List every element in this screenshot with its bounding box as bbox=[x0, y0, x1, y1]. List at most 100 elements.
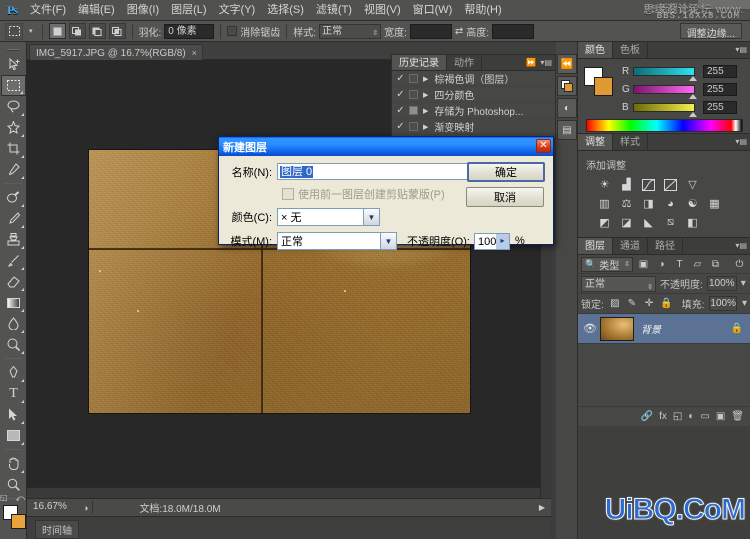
layer-filter-type-select[interactable]: 🔍 类型 ⇳ bbox=[581, 257, 633, 272]
panel-menu-icon[interactable]: ▾▤ bbox=[735, 241, 747, 250]
channel-mixer-icon[interactable]: ☯ bbox=[684, 196, 701, 211]
cancel-button[interactable]: 取消 bbox=[466, 187, 544, 207]
intersect-selection-button[interactable] bbox=[109, 23, 126, 39]
ok-button[interactable]: 确定 bbox=[467, 162, 545, 182]
blend-mode-select[interactable]: 正常 ⇳ bbox=[581, 276, 656, 292]
fill-value[interactable]: 100% bbox=[709, 296, 737, 311]
spot-healing-brush-tool[interactable] bbox=[1, 187, 26, 208]
tab-timeline[interactable]: 时间轴 bbox=[35, 520, 79, 539]
tab-channels[interactable]: 通道 bbox=[613, 238, 648, 254]
history-row[interactable]: ✓ ▶ 四分颜色 bbox=[392, 87, 555, 103]
default-colors-icon[interactable]: ◱ bbox=[0, 493, 8, 502]
layers-list-empty-area[interactable] bbox=[578, 344, 750, 406]
action-dialog-toggle[interactable] bbox=[409, 122, 418, 131]
blur-tool[interactable] bbox=[1, 313, 26, 334]
slider-thumb[interactable] bbox=[689, 112, 697, 117]
tab-styles[interactable]: 样式 bbox=[613, 134, 648, 150]
smartobject-filter-icon[interactable]: ⧉ bbox=[708, 259, 723, 270]
antialias-checkbox[interactable] bbox=[227, 26, 237, 36]
layer-visibility-icon[interactable]: 👁 bbox=[580, 322, 600, 335]
channel-value-g[interactable]: 255 bbox=[703, 83, 737, 96]
layer-style-icon[interactable]: fx bbox=[659, 411, 667, 422]
dialog-title-bar[interactable]: 新建图层 ✕ bbox=[219, 137, 553, 156]
new-layer-dialog[interactable]: 新建图层 ✕ 名称(N): 图层 0 使用前一图层创建剪贴蒙版(P) 颜色(C)… bbox=[218, 136, 554, 245]
hue-saturation-icon[interactable]: ▥ bbox=[596, 196, 613, 211]
delete-layer-icon[interactable]: 🗑 bbox=[731, 411, 744, 422]
menu-item-select[interactable]: 选择(S) bbox=[261, 2, 310, 19]
pixel-filter-icon[interactable]: ▣ bbox=[636, 259, 651, 270]
style-select[interactable]: 正常 ⇳ bbox=[319, 24, 381, 39]
rail-expand-icon[interactable]: ⏪ bbox=[557, 54, 577, 74]
action-enabled-check[interactable]: ✓ bbox=[394, 105, 407, 116]
opacity-value[interactable]: 100% bbox=[707, 276, 737, 291]
horizontal-type-tool[interactable]: T bbox=[1, 383, 26, 404]
feather-input[interactable]: 0 像素 bbox=[164, 24, 214, 39]
rectangular-marquee-tool[interactable] bbox=[1, 75, 26, 96]
action-dialog-toggle[interactable] bbox=[409, 106, 418, 115]
rail-color-icon[interactable] bbox=[557, 76, 577, 96]
channel-slider-g[interactable] bbox=[633, 85, 695, 94]
status-menu-icon[interactable]: ▶ bbox=[539, 503, 545, 512]
menu-item-help[interactable]: 帮助(H) bbox=[458, 2, 507, 19]
close-icon[interactable]: ✕ bbox=[536, 139, 551, 153]
threshold-icon[interactable]: ◣ bbox=[640, 215, 657, 230]
panel-menu-icon[interactable]: ▾▤ bbox=[540, 58, 552, 67]
opacity-stepper-icon[interactable]: ▾ bbox=[741, 278, 746, 289]
layer-name[interactable]: 背景 bbox=[641, 321, 661, 336]
document-tab[interactable]: IMG_5917.JPG @ 16.7%(RGB/8) × bbox=[29, 44, 203, 60]
layer-mask-icon[interactable]: ◱ bbox=[673, 411, 682, 422]
history-row[interactable]: ✓ ▶ 存储为 Photoshop... bbox=[392, 103, 555, 119]
tab-adjustments[interactable]: 调整 bbox=[578, 134, 613, 150]
adjustment-filter-icon[interactable]: ◑ bbox=[654, 259, 669, 270]
eraser-tool[interactable] bbox=[1, 271, 26, 292]
chevron-right-icon[interactable]: ▶ bbox=[423, 123, 428, 131]
dodge-tool[interactable] bbox=[1, 334, 26, 355]
lock-position-icon[interactable]: ✛ bbox=[643, 298, 655, 309]
photo-filter-icon[interactable]: ◕ bbox=[662, 196, 679, 211]
close-icon[interactable]: × bbox=[192, 48, 197, 58]
swap-colors-icon[interactable]: ⤺ bbox=[15, 493, 25, 504]
zoom-tool[interactable] bbox=[1, 474, 26, 495]
new-group-icon[interactable]: ▭ bbox=[700, 411, 709, 422]
lasso-tool[interactable] bbox=[1, 96, 26, 117]
slider-thumb[interactable] bbox=[689, 76, 697, 81]
menu-item-file[interactable]: 文件(F) bbox=[24, 2, 72, 19]
rail-layers-icon[interactable]: ▤ bbox=[557, 120, 577, 140]
black-white-icon[interactable]: ◨ bbox=[640, 196, 657, 211]
action-enabled-check[interactable]: ✓ bbox=[394, 121, 407, 132]
history-row[interactable]: ✓ ▶ 棕褐色调（图层） bbox=[392, 71, 555, 87]
action-enabled-check[interactable]: ✓ bbox=[394, 73, 407, 84]
layer-color-select[interactable]: × 无 ▼ bbox=[277, 208, 380, 226]
rail-adjustments-icon[interactable]: ◐ bbox=[557, 98, 577, 118]
history-brush-tool[interactable] bbox=[1, 250, 26, 271]
levels-icon[interactable]: ▟ bbox=[618, 177, 635, 192]
action-dialog-toggle[interactable] bbox=[409, 74, 418, 83]
action-dialog-toggle[interactable] bbox=[409, 90, 418, 99]
zoom-level-field[interactable]: 16.67% bbox=[31, 501, 83, 515]
channel-slider-b[interactable] bbox=[633, 103, 695, 112]
exposure-icon[interactable] bbox=[662, 177, 679, 192]
tab-actions[interactable]: 动作 bbox=[447, 55, 482, 70]
gradient-tool[interactable] bbox=[1, 292, 26, 313]
brush-tool[interactable] bbox=[1, 208, 26, 229]
tab-swatches[interactable]: 色板 bbox=[613, 42, 648, 58]
hand-tool[interactable] bbox=[1, 453, 26, 474]
gradient-map-icon[interactable]: ⧅ bbox=[662, 215, 679, 230]
path-selection-tool[interactable] bbox=[1, 404, 26, 425]
subtract-from-selection-button[interactable] bbox=[89, 23, 106, 39]
chevron-down-icon[interactable]: ▾ bbox=[26, 27, 36, 35]
new-layer-icon[interactable]: ▣ bbox=[716, 411, 725, 422]
fill-stepper-icon[interactable]: ▾ bbox=[742, 298, 747, 309]
menu-item-layer[interactable]: 图层(L) bbox=[165, 2, 212, 19]
lock-image-icon[interactable]: ✎ bbox=[626, 298, 638, 309]
type-filter-icon[interactable]: T bbox=[672, 259, 687, 270]
panel-collapse-icon[interactable]: ⏩ bbox=[526, 58, 536, 67]
marquee-icon[interactable] bbox=[5, 23, 23, 40]
menu-item-filter[interactable]: 滤镜(T) bbox=[310, 2, 358, 19]
color-spectrum-ramp[interactable] bbox=[586, 119, 743, 132]
filter-toggle-icon[interactable]: ⏻ bbox=[732, 259, 747, 270]
add-to-selection-button[interactable] bbox=[69, 23, 86, 39]
dialog-opacity-input[interactable]: 100 ▸ bbox=[474, 233, 510, 250]
new-fill-adjustment-icon[interactable]: ◐ bbox=[688, 411, 694, 422]
lock-transparent-icon[interactable]: ▨ bbox=[609, 298, 621, 309]
